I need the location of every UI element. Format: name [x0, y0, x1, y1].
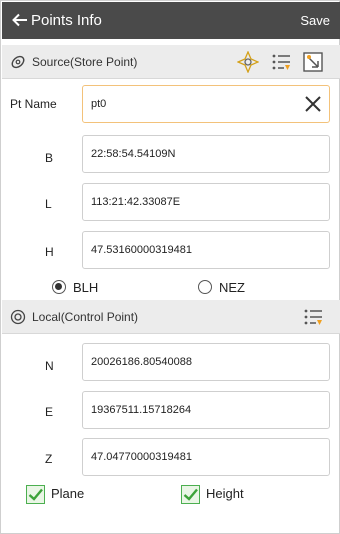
h-label: H — [45, 245, 54, 259]
blh-radio-label: BLH — [73, 280, 99, 295]
clear-icon[interactable] — [303, 94, 323, 114]
e-label: E — [45, 405, 54, 419]
check-icon — [28, 488, 43, 501]
l-input[interactable]: 113:21:42.33087E — [82, 183, 330, 221]
e-input[interactable]: 19367511.15718264 — [82, 391, 330, 429]
b-input[interactable]: 22:58:54.54109N — [82, 135, 330, 173]
z-input[interactable]: 47.04770000319481 — [82, 438, 330, 476]
blh-radio[interactable] — [52, 280, 66, 294]
pt-name-label: Pt Name — [10, 97, 57, 111]
n-input[interactable]: 20026186.80540088 — [82, 343, 330, 381]
h-input[interactable]: 47.53160000319481 — [82, 231, 330, 269]
app-bar: Points Info Save — [2, 2, 340, 39]
height-checkbox[interactable] — [181, 485, 200, 504]
pt-name-value: pt0 — [91, 98, 107, 110]
e-value: 19367511.15718264 — [91, 404, 192, 416]
local-section-header: Local(Control Point) — [2, 300, 340, 334]
save-button[interactable]: Save — [300, 13, 330, 28]
n-value: 20026186.80540088 — [91, 356, 192, 368]
plane-label: Plane — [51, 486, 85, 501]
nez-radio-label: NEZ — [219, 280, 245, 295]
nez-radio[interactable] — [198, 280, 212, 294]
source-section-title: Source(Store Point) — [32, 55, 138, 69]
list-icon[interactable] — [302, 306, 324, 328]
back-arrow-icon[interactable] — [11, 11, 29, 29]
plane-checkbox[interactable] — [26, 485, 45, 504]
n-label: N — [45, 359, 54, 373]
screen: Points Info Save Source(Store Point) Pt … — [0, 0, 340, 534]
control-point-icon — [10, 309, 26, 325]
b-label: B — [45, 151, 54, 165]
height-label: Height — [206, 486, 244, 501]
l-label: L — [45, 197, 52, 211]
source-section-header: Source(Store Point) — [2, 45, 340, 79]
pt-name-input[interactable]: pt0 — [82, 85, 330, 123]
page-title: Points Info — [31, 12, 102, 29]
map-pick-icon[interactable] — [302, 51, 324, 73]
h-value: 47.53160000319481 — [91, 244, 192, 256]
l-value: 113:21:42.33087E — [91, 196, 181, 208]
local-section-title: Local(Control Point) — [32, 310, 139, 324]
b-value: 22:58:54.54109N — [91, 148, 176, 160]
list-icon[interactable] — [270, 51, 292, 73]
z-value: 47.04770000319481 — [91, 451, 192, 463]
check-icon — [183, 488, 198, 501]
store-point-icon — [11, 55, 25, 69]
locate-icon[interactable] — [237, 51, 259, 73]
z-label: Z — [45, 452, 53, 466]
